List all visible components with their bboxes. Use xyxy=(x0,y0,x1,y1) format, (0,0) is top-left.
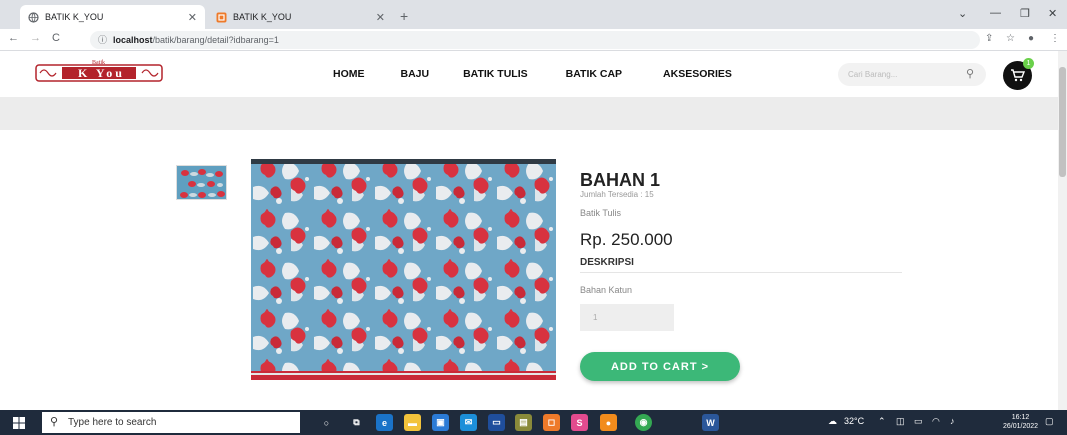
file-explorer-icon[interactable]: ▬ xyxy=(404,414,421,431)
menu-item-aksesories[interactable]: AKSESORIES xyxy=(663,68,732,80)
tab-title: BATIK K_YOU xyxy=(233,12,292,22)
weather-temp[interactable]: 32°C xyxy=(844,416,864,426)
site-logo[interactable]: Batik K You xyxy=(34,60,164,84)
divider xyxy=(580,272,902,273)
firefox-icon[interactable]: ● xyxy=(600,414,617,431)
tab-close-icon[interactable]: ✕ xyxy=(188,11,197,24)
notification-icon[interactable]: ▢ xyxy=(1045,416,1054,427)
codeigniter-icon xyxy=(216,12,227,23)
quantity-input[interactable] xyxy=(580,304,674,331)
minimize-icon[interactable]: — xyxy=(990,7,1001,19)
product-thumbnail[interactable] xyxy=(176,165,227,200)
forward-icon[interactable]: → xyxy=(30,32,41,44)
search-icon[interactable]: ⚲ xyxy=(966,63,974,86)
site-info-icon[interactable]: ⓘ xyxy=(98,35,107,45)
weather-icon[interactable]: ☁ xyxy=(828,416,837,427)
product-main-image xyxy=(251,159,556,380)
menu-item-home[interactable]: HOME xyxy=(333,68,365,80)
url-path: /batik/barang/detail?idbarang=1 xyxy=(152,35,279,45)
scrollbar-thumb[interactable] xyxy=(1059,67,1066,177)
clock-time: 16:12 xyxy=(1011,414,1030,421)
cart-icon xyxy=(1011,69,1025,82)
share-icon[interactable]: ⇪ xyxy=(985,33,993,44)
codeigniter-taskbar-icon[interactable]: ◻ xyxy=(543,414,560,431)
volume-icon[interactable]: ♪ xyxy=(950,416,955,426)
back-icon[interactable]: ← xyxy=(8,32,19,44)
menu-item-batik-cap[interactable]: BATIK CAP xyxy=(566,68,622,80)
menu-item-baju[interactable]: BAJU xyxy=(401,68,430,80)
restore-icon[interactable]: ❐ xyxy=(1020,7,1030,20)
description-label: DESKRIPSI xyxy=(580,257,634,268)
browser-toolbar: ← → C ⓘ localhost/batik/barang/detail?idb… xyxy=(0,29,1067,51)
globe-icon xyxy=(28,11,39,23)
main-menu: HOME BAJU BATIK TULIS BATIK CAP AKSESORI… xyxy=(333,68,732,80)
tab-active[interactable]: BATIK K_YOU ✕ xyxy=(20,5,205,29)
cart-button[interactable]: 1 xyxy=(1003,58,1034,90)
page-scrollbar[interactable] xyxy=(1058,51,1067,410)
profile-icon[interactable]: ● xyxy=(1028,33,1034,44)
tab-search-chevron-icon[interactable]: ⌄ xyxy=(958,7,967,20)
task-view-icon[interactable]: ⧉ xyxy=(348,414,365,431)
clock-date: 26/01/2022 xyxy=(1003,423,1039,430)
product-title: BAHAN 1 xyxy=(580,170,661,190)
tab-title: BATIK K_YOU xyxy=(45,12,104,22)
tab-inactive[interactable]: BATIK K_YOU ✕ xyxy=(208,5,393,29)
search-input[interactable]: Cari Barang... ⚲ xyxy=(838,63,986,86)
menu-item-batik-tulis[interactable]: BATIK TULIS xyxy=(463,68,528,80)
add-to-cart-button[interactable]: ADD TO CART > xyxy=(580,352,740,381)
site-header: Batik K You HOME BAJU BATIK TULIS BATIK … xyxy=(0,51,1058,97)
tab-close-icon[interactable]: ✕ xyxy=(376,11,385,24)
word-icon[interactable]: W xyxy=(702,414,719,431)
product-description: Bahan Katun xyxy=(580,285,633,295)
close-window-icon[interactable]: ✕ xyxy=(1048,7,1057,20)
reload-icon[interactable]: C xyxy=(52,32,60,44)
store-icon[interactable]: ▣ xyxy=(432,414,449,431)
address-bar[interactable]: ⓘ localhost/batik/barang/detail?idbarang=… xyxy=(90,31,980,49)
bookmark-star-icon[interactable]: ☆ xyxy=(1006,33,1015,44)
app-icon[interactable]: ▤ xyxy=(515,414,532,431)
product-stock: Jumlah Tersedia : 15 xyxy=(580,190,654,199)
cortana-icon[interactable]: ○ xyxy=(318,414,335,431)
taskbar-search-input[interactable]: ⚲ Type here to search xyxy=(42,412,300,433)
tray-battery-icon[interactable]: ▭ xyxy=(914,416,923,427)
product-price: Rp. 250.000 xyxy=(580,230,673,249)
product-category[interactable]: Batik Tulis xyxy=(580,208,621,218)
new-tab-icon[interactable]: + xyxy=(400,8,408,24)
more-menu-icon[interactable]: ⋮ xyxy=(1050,33,1060,44)
taskbar-clock[interactable]: 16:12 26/01/2022 xyxy=(1003,413,1038,431)
cart-count-badge: 1 xyxy=(1023,58,1034,69)
search-icon: ⚲ xyxy=(50,416,59,428)
logo-text: K You xyxy=(78,66,125,80)
sublime-icon[interactable]: S xyxy=(571,414,588,431)
edge-icon[interactable]: e xyxy=(376,414,393,431)
breadcrumb-bar xyxy=(0,97,1058,130)
tray-chevron-icon[interactable]: ⌃ xyxy=(878,416,886,427)
mail-icon[interactable]: ✉ xyxy=(460,414,477,431)
taskbar-search-placeholder: Type here to search xyxy=(68,417,157,428)
search-placeholder: Cari Barang... xyxy=(848,70,898,79)
photos-icon[interactable]: ▭ xyxy=(488,414,505,431)
url-host: localhost xyxy=(113,35,153,45)
browser-tab-strip: BATIK K_YOU ✕ BATIK K_YOU ✕ + ⌄ — ❐ ✕ xyxy=(0,0,1067,29)
wifi-icon[interactable]: ◠ xyxy=(932,416,940,427)
windows-taskbar: ⚲ Type here to search ○ ⧉ e ▬ ▣ ✉ ▭ ▤ ◻ … xyxy=(0,410,1067,435)
tray-network-icon[interactable]: ◫ xyxy=(896,416,905,427)
chrome-icon[interactable]: ◉ xyxy=(635,414,652,431)
windows-start-icon[interactable] xyxy=(0,410,38,435)
